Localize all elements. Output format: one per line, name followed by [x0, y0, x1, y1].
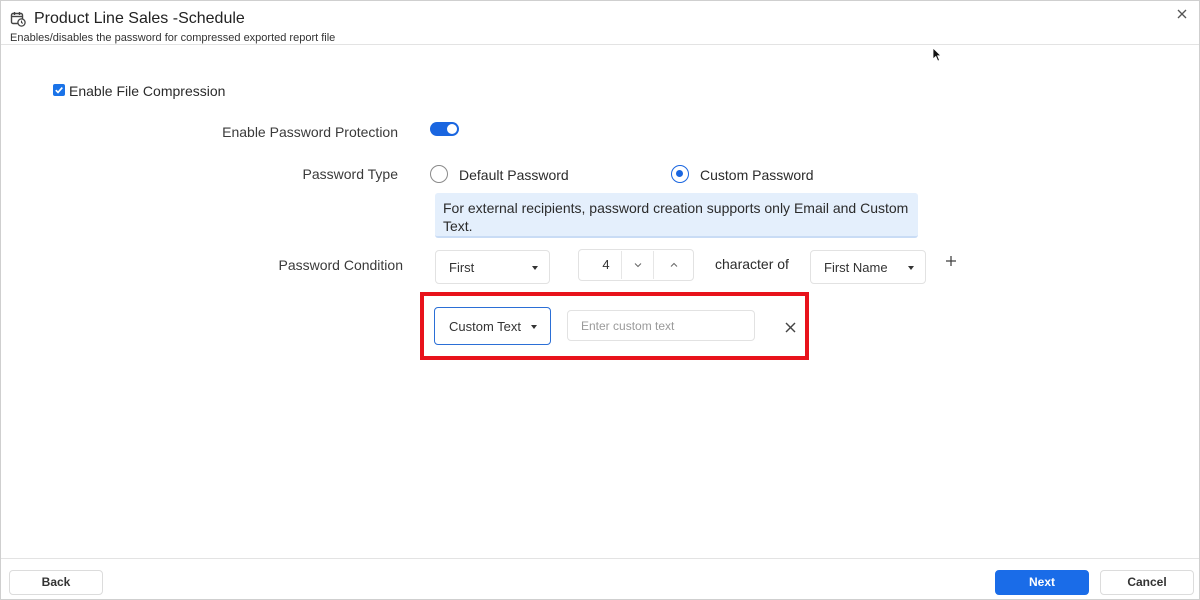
character-of-text: character of: [715, 256, 789, 272]
custom-password-label[interactable]: Custom Password: [700, 167, 814, 183]
password-protection-toggle[interactable]: [430, 122, 459, 136]
dialog-title: Product Line Sales -Schedule: [34, 10, 245, 27]
dialog-footer: Back Next Cancel: [1, 558, 1199, 599]
chevron-up-icon: [670, 262, 677, 267]
position-dropdown-value: First: [449, 260, 475, 275]
dialog-header: Product Line Sales -Schedule Enables/dis…: [1, 1, 1199, 45]
field-dropdown-value: First Name: [824, 260, 888, 275]
password-type-label: Password Type: [302, 166, 398, 182]
increment-button[interactable]: [654, 251, 693, 279]
close-icon[interactable]: [785, 320, 796, 333]
custom-type-dropdown[interactable]: Custom Text: [434, 307, 551, 345]
mouse-cursor-icon: [932, 47, 942, 62]
password-protection-label: Enable Password Protection: [222, 124, 398, 140]
checkmark-icon: [55, 87, 63, 94]
character-count-stepper[interactable]: 4: [578, 249, 694, 281]
character-count-value[interactable]: 4: [591, 251, 622, 279]
calendar-clock-icon: [10, 11, 26, 27]
field-dropdown[interactable]: First Name: [810, 250, 926, 284]
cancel-button[interactable]: Cancel: [1100, 570, 1194, 595]
custom-type-dropdown-value: Custom Text: [449, 319, 522, 334]
toggle-knob: [447, 124, 457, 134]
default-password-label[interactable]: Default Password: [459, 167, 569, 183]
next-button[interactable]: Next: [995, 570, 1089, 595]
close-icon[interactable]: [1175, 7, 1189, 21]
schedule-dialog: Product Line Sales -Schedule Enables/dis…: [0, 0, 1200, 600]
info-message: For external recipients, password creati…: [435, 193, 918, 238]
back-button[interactable]: Back: [9, 570, 103, 595]
dialog-subtitle: Enables/disables the password for compre…: [10, 32, 336, 44]
chevron-down-icon: [908, 266, 914, 270]
chevron-down-icon: [531, 325, 537, 329]
chevron-down-icon: [532, 266, 538, 270]
file-compression-checkbox[interactable]: [53, 84, 65, 96]
plus-icon[interactable]: [944, 254, 958, 268]
custom-text-input[interactable]: [567, 310, 755, 341]
custom-password-radio[interactable]: [671, 165, 689, 183]
password-condition-label: Password Condition: [278, 257, 403, 273]
file-compression-label: Enable File Compression: [69, 83, 226, 99]
decrement-button[interactable]: [622, 251, 654, 279]
position-dropdown[interactable]: First: [435, 250, 550, 284]
chevron-down-icon: [634, 263, 641, 268]
default-password-radio[interactable]: [430, 165, 448, 183]
